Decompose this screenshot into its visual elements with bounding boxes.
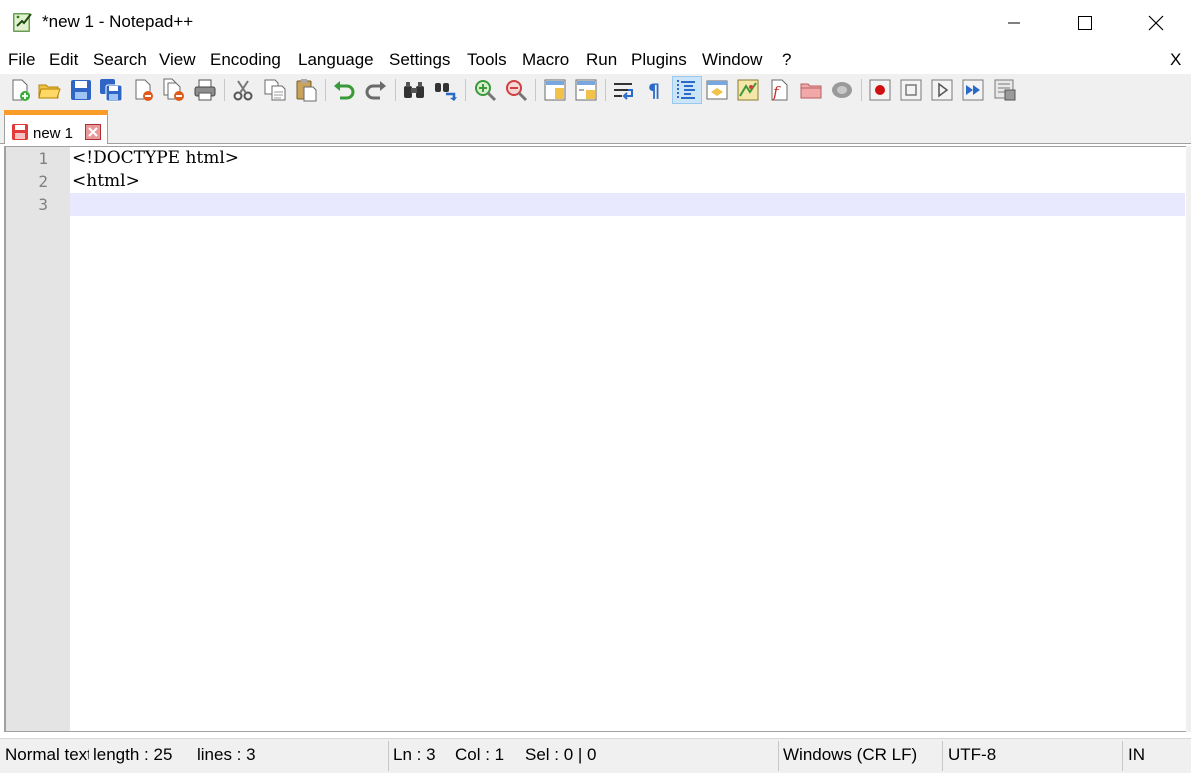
maximize-button[interactable] xyxy=(1049,0,1120,46)
editor-area[interactable]: 1 2 3 <!DOCTYPE html> <html> xyxy=(4,146,1188,732)
close-file-icon[interactable] xyxy=(132,78,156,102)
menu-view[interactable]: View xyxy=(159,50,196,70)
status-bar: Normal text file length : 25 lines : 3 L… xyxy=(0,738,1191,773)
run-multiple-macro-icon[interactable] xyxy=(961,78,985,102)
function-list-icon[interactable]: f xyxy=(768,78,792,102)
indent-guide-icon[interactable] xyxy=(675,78,699,102)
document-tab-bar: new 1 xyxy=(0,106,1191,144)
print-icon[interactable] xyxy=(193,78,217,102)
paste-icon[interactable] xyxy=(294,78,318,102)
close-all-icon[interactable] xyxy=(162,78,186,102)
notepadpp-app-icon[interactable] xyxy=(12,11,34,33)
toolbar-separator xyxy=(224,79,225,101)
doc-map-icon[interactable] xyxy=(736,78,760,102)
cut-icon[interactable] xyxy=(231,78,255,102)
toolbar-separator xyxy=(535,79,536,101)
status-insert-mode: IN xyxy=(1128,745,1145,764)
toolbar-separator xyxy=(605,79,606,101)
udl-icon[interactable] xyxy=(705,78,729,102)
close-document-button[interactable]: X xyxy=(1170,50,1181,70)
menu-settings[interactable]: Settings xyxy=(389,50,450,70)
stop-record-icon[interactable] xyxy=(899,78,923,102)
window-title: *new 1 - Notepad++ xyxy=(42,12,194,31)
title-bar: *new 1 - Notepad++ xyxy=(0,0,1191,46)
close-tab-icon[interactable] xyxy=(85,124,101,140)
menu-macro[interactable]: Macro xyxy=(522,50,569,70)
status-eol: Windows (CR LF) xyxy=(783,745,918,764)
line-number: 1 xyxy=(38,149,48,168)
menu-run[interactable]: Run xyxy=(586,50,617,70)
tab-new-1[interactable]: new 1 xyxy=(4,110,108,144)
status-col: Col : 1 xyxy=(455,745,505,764)
current-code-line[interactable] xyxy=(70,193,1185,216)
status-divider xyxy=(388,741,389,771)
tab-label: new 1 xyxy=(33,125,74,142)
active-tab-indicator xyxy=(4,110,108,115)
line-number-gutter: 1 2 3 xyxy=(6,147,70,731)
code-line[interactable]: <html> xyxy=(70,170,1185,193)
status-length: length : 25 xyxy=(93,745,173,764)
sync-horizontal-icon[interactable] xyxy=(574,78,598,102)
menu-search[interactable]: Search xyxy=(93,50,147,70)
status-ln: Ln : 3 xyxy=(393,745,436,764)
maximize-icon xyxy=(1077,16,1092,30)
status-lines: lines : 3 xyxy=(197,745,256,764)
menu-file[interactable]: File xyxy=(8,50,35,70)
show-all-chars-icon[interactable]: ¶ xyxy=(643,78,667,102)
status-file-type: Normal text file xyxy=(5,745,89,764)
undo-icon[interactable] xyxy=(332,78,356,102)
code-line[interactable]: <!DOCTYPE html> xyxy=(70,147,1185,170)
menu-help[interactable]: ? xyxy=(782,50,791,70)
monitoring-icon[interactable] xyxy=(830,78,854,102)
toolbar-separator xyxy=(861,79,862,101)
minimize-button[interactable] xyxy=(978,0,1049,46)
menu-tools[interactable]: Tools xyxy=(467,50,507,70)
menu-edit[interactable]: Edit xyxy=(49,50,78,70)
word-wrap-icon[interactable] xyxy=(612,78,636,102)
zoom-in-icon[interactable] xyxy=(473,78,497,102)
new-file-icon[interactable] xyxy=(8,78,32,102)
close-icon xyxy=(1148,15,1163,31)
playback-macro-icon[interactable] xyxy=(930,78,954,102)
zoom-out-icon[interactable] xyxy=(504,78,528,102)
status-encoding: UTF-8 xyxy=(948,745,997,764)
minimize-icon xyxy=(1007,22,1020,24)
menu-plugins[interactable]: Plugins xyxy=(631,50,687,70)
save-icon[interactable] xyxy=(69,78,93,102)
copy-icon[interactable] xyxy=(263,78,287,102)
editor-right-edge xyxy=(1186,146,1191,732)
menu-bar: File Edit Search View Encoding Language … xyxy=(0,48,1191,74)
toolbar: ¶ f xyxy=(0,74,1191,106)
close-window-button[interactable] xyxy=(1120,0,1191,46)
status-divider xyxy=(942,741,943,771)
toolbar-separator xyxy=(325,79,326,101)
folder-workspace-icon[interactable] xyxy=(799,78,823,102)
line-number: 3 xyxy=(38,195,48,214)
find-icon[interactable] xyxy=(402,78,426,102)
toolbar-separator xyxy=(395,79,396,101)
line-number: 2 xyxy=(38,172,48,191)
record-macro-icon[interactable] xyxy=(868,78,892,102)
sync-vertical-icon[interactable] xyxy=(543,78,567,102)
save-all-icon[interactable] xyxy=(99,78,123,102)
status-sel: Sel : 0 | 0 xyxy=(525,745,597,764)
svg-text:¶: ¶ xyxy=(648,80,660,102)
menu-language[interactable]: Language xyxy=(298,50,374,70)
status-divider xyxy=(1122,741,1123,771)
status-divider xyxy=(778,741,779,771)
redo-icon[interactable] xyxy=(364,78,388,102)
menu-window[interactable]: Window xyxy=(702,50,762,70)
menu-encoding[interactable]: Encoding xyxy=(210,50,281,70)
replace-icon[interactable] xyxy=(434,78,458,102)
unsaved-file-icon xyxy=(12,124,28,140)
toolbar-separator xyxy=(465,79,466,101)
save-macro-icon[interactable] xyxy=(993,78,1017,102)
open-file-icon[interactable] xyxy=(37,78,61,102)
